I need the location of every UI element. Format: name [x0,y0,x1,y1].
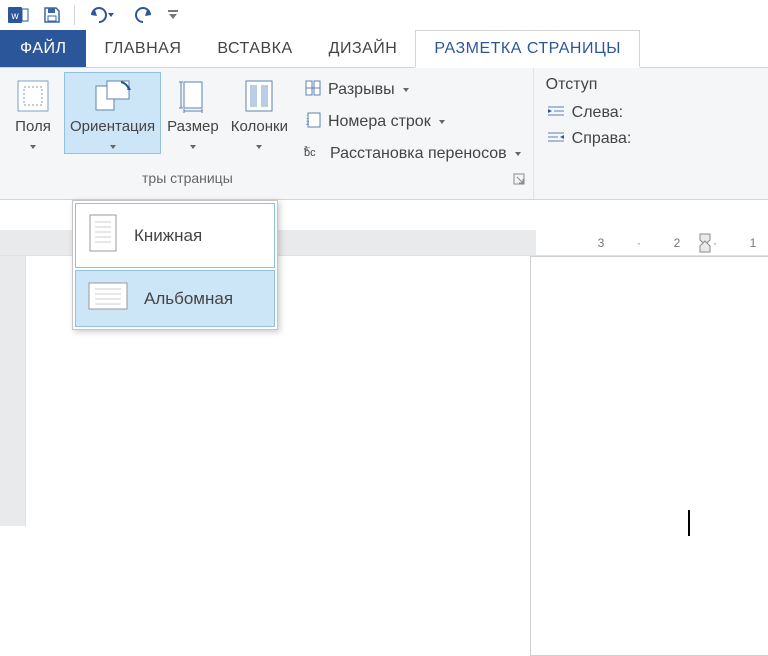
line-numbers-icon: 12 [304,111,322,134]
qat-customize-icon[interactable] [165,2,181,28]
word-app-icon[interactable]: w [4,2,32,28]
landscape-icon [86,279,130,318]
breaks-icon [304,79,322,102]
indent-right-label: Справа: [572,130,632,148]
margins-button[interactable]: Поля [2,72,64,153]
tab-design[interactable]: ДИЗАЙН [311,30,416,67]
columns-button[interactable]: Колонки [225,72,294,153]
hyphenation-button[interactable]: bca- Расстановка переносов [300,140,525,168]
columns-icon [244,76,274,116]
save-icon[interactable] [38,2,66,28]
orientation-portrait-item[interactable]: Книжная [75,203,275,268]
indent-left-icon [546,104,566,123]
orientation-portrait-label: Книжная [134,226,202,246]
indent-right-icon [546,130,566,149]
text-cursor [688,510,690,536]
vertical-ruler[interactable] [0,256,26,526]
page-setup-group-label: тры страницы [2,168,531,190]
ribbon-page-layout: Поля Ориентация [0,68,768,200]
indent-left-label: Слева: [572,104,623,122]
size-button[interactable]: Размер [161,72,225,153]
breaks-button[interactable]: Разрывы [300,76,525,104]
margins-icon [16,76,50,116]
first-line-indent-marker[interactable] [698,232,712,259]
indent-group-label: Отступ [546,76,632,94]
chevron-down-icon [403,88,409,92]
tab-home[interactable]: ГЛАВНАЯ [86,30,199,67]
document-page[interactable] [530,256,768,656]
portrait-icon [86,212,120,259]
svg-text:a-: a- [304,145,311,152]
tab-file[interactable]: ФАЙЛ [0,30,86,67]
redo-icon[interactable] [125,2,159,28]
size-icon [176,76,210,116]
orientation-landscape-label: Альбомная [144,289,233,309]
tab-insert[interactable]: ВСТАВКА [199,30,310,67]
tab-page-layout[interactable]: РАЗМЕТКА СТРАНИЦЫ [415,30,640,68]
dialog-launcher-icon[interactable] [513,172,527,186]
line-numbers-button[interactable]: 12 Номера строк [300,108,525,136]
undo-icon[interactable] [83,2,119,28]
undo-dropdown-caret[interactable] [108,13,114,17]
indent-left-row: Слева: [546,100,632,126]
indent-right-row: Справа: [546,126,632,152]
orientation-landscape-item[interactable]: Альбомная [75,270,275,327]
chevron-down-icon [515,152,521,156]
quick-access-toolbar: w [0,0,768,30]
ribbon-tabs: ФАЙЛ ГЛАВНАЯ ВСТАВКА ДИЗАЙН РАЗМЕТКА СТР… [0,30,768,68]
chevron-down-icon [439,120,445,124]
svg-text:w: w [10,11,19,22]
orientation-dropdown: Книжная Альбомная [72,200,278,330]
hyphenation-icon: bca- [304,144,324,165]
orientation-button[interactable]: Ориентация [64,72,161,154]
orientation-icon [93,76,133,116]
